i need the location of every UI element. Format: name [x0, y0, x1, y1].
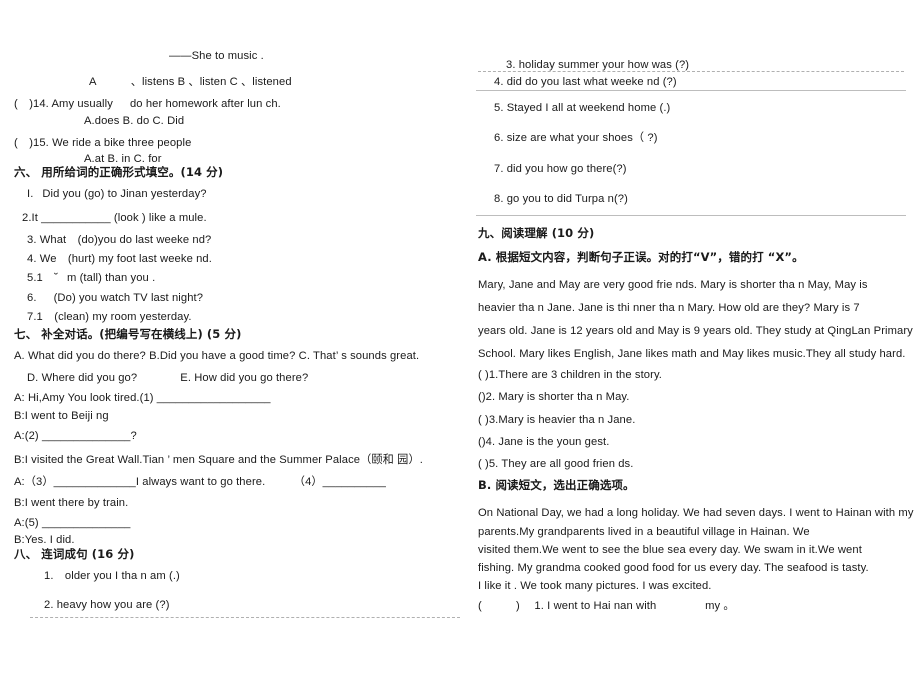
left-text-line: ( )15. We ride a bike three people	[14, 137, 192, 149]
right-rule-2	[476, 90, 906, 91]
right-text-line: years old. Jane is 12 years old and May …	[478, 325, 913, 337]
left-text-line: 3. What (do)you do last weeke nd?	[27, 234, 212, 246]
left-text-line: B:I visited the Great Wall.Tian ’ men Sq…	[14, 454, 423, 466]
exam-paper-page: ——She to music . A 、listens B 、listen C 、…	[0, 0, 920, 689]
right-text-line: School. Mary likes English, Jane likes m…	[478, 348, 906, 360]
right-rule-3	[476, 215, 906, 216]
left-text-line: 八、 连词成句 (16 分)	[14, 547, 135, 561]
right-text-line: 7. did you how go there(?)	[494, 163, 627, 175]
left-text-line: 4. We (hurt) my foot last weeke nd.	[27, 253, 212, 265]
right-text-line: ()4. Jane is the youn gest.	[478, 436, 610, 448]
right-text-line: 九、阅读理解 (10 分)	[478, 226, 595, 240]
right-text-line: heavier tha n Jane. Jane is thi nner tha…	[478, 302, 860, 314]
left-text-line: 七、 补全对话。(把编号写在横线上) (5 分)	[14, 327, 242, 341]
right-text-line: On National Day, we had a long holiday. …	[478, 507, 914, 519]
right-text-line: parents.My grandparents lived in a beaut…	[478, 526, 810, 538]
left-text-line: ( )14. Amy usually do her homework after…	[14, 98, 281, 110]
left-text-line: A: Hi,Amy You look tired.(1) ___________…	[14, 392, 271, 404]
left-text-line: B:Yes. I did.	[14, 534, 75, 546]
left-text-line: 6. (Do) you watch TV last night?	[27, 292, 204, 304]
left-text-line: A:(2) ______________?	[14, 430, 137, 442]
right-text-line: B. 阅读短文，选出正确选项。	[478, 478, 635, 492]
left-text-line: A 、listens B 、listen C 、listened	[89, 76, 292, 88]
left-text-line: B:I went to Beiji ng	[14, 410, 109, 422]
right-text-line: 5. Stayed I all at weekend home (.)	[494, 102, 671, 114]
right-text-line: fishing. My grandma cooked good food for…	[478, 562, 869, 574]
right-text-line: A. 根据短文内容，判断句子正误。对的打“V”，错的打 “X”。	[478, 250, 804, 264]
left-text-line: 1. older you I tha n am (.)	[44, 570, 180, 582]
right-text-line: ( ) 1. I went to Hai nan with my 。	[478, 600, 735, 612]
left-text-line: A:(5) ______________	[14, 517, 131, 529]
left-text-line: A:（3）_____________I always want to go th…	[14, 476, 386, 488]
right-text-line: ( )1.There are 3 children in the story.	[478, 369, 663, 381]
right-text-line: ( )5. They are all good frien ds.	[478, 458, 634, 470]
left-text-line: 2. heavy how you are (?)	[44, 599, 170, 611]
right-text-line: Mary, Jane and May are very good frie nd…	[478, 279, 868, 291]
left-text-line: 7.1 (clean) my room yesterday.	[27, 311, 192, 323]
right-text-line: 8. go you to did Turpa n(?)	[494, 193, 628, 205]
left-text-line: B:I went there by train.	[14, 497, 129, 509]
left-text-line: I. Did you (go) to Jinan yesterday?	[27, 188, 207, 200]
left-text-line: ——She to music .	[169, 50, 264, 62]
left-text-line: D. Where did you go? E. How did you go t…	[27, 372, 309, 384]
right-text-line: visited them.We went to see the blue sea…	[478, 544, 862, 556]
right-text-line: ( )3.Mary is heavier tha n Jane.	[478, 414, 636, 426]
right-text-line: ()2. Mary is shorter tha n May.	[478, 391, 630, 403]
left-text-line: 六、 用所给词的正确形式填空。(14 分)	[14, 165, 224, 179]
left-text-line: 2.It ___________ (look ) like a mule.	[22, 212, 207, 224]
left-text-line: A. What did you do there? B.Did you have…	[14, 350, 420, 362]
right-text-line: 4. did do you last what weeke nd (?)	[494, 76, 677, 88]
left-text-line: 5.1 ˘ m (tall) than you .	[27, 272, 156, 284]
right-text-line: 6. size are what your shoes（ ?)	[494, 132, 658, 144]
right-text-line: I like it . We took many pictures. I was…	[478, 580, 712, 592]
right-rule-1	[478, 71, 904, 72]
left-bottom-rule	[30, 617, 460, 618]
left-text-line: A.does B. do C. Did	[84, 115, 185, 127]
